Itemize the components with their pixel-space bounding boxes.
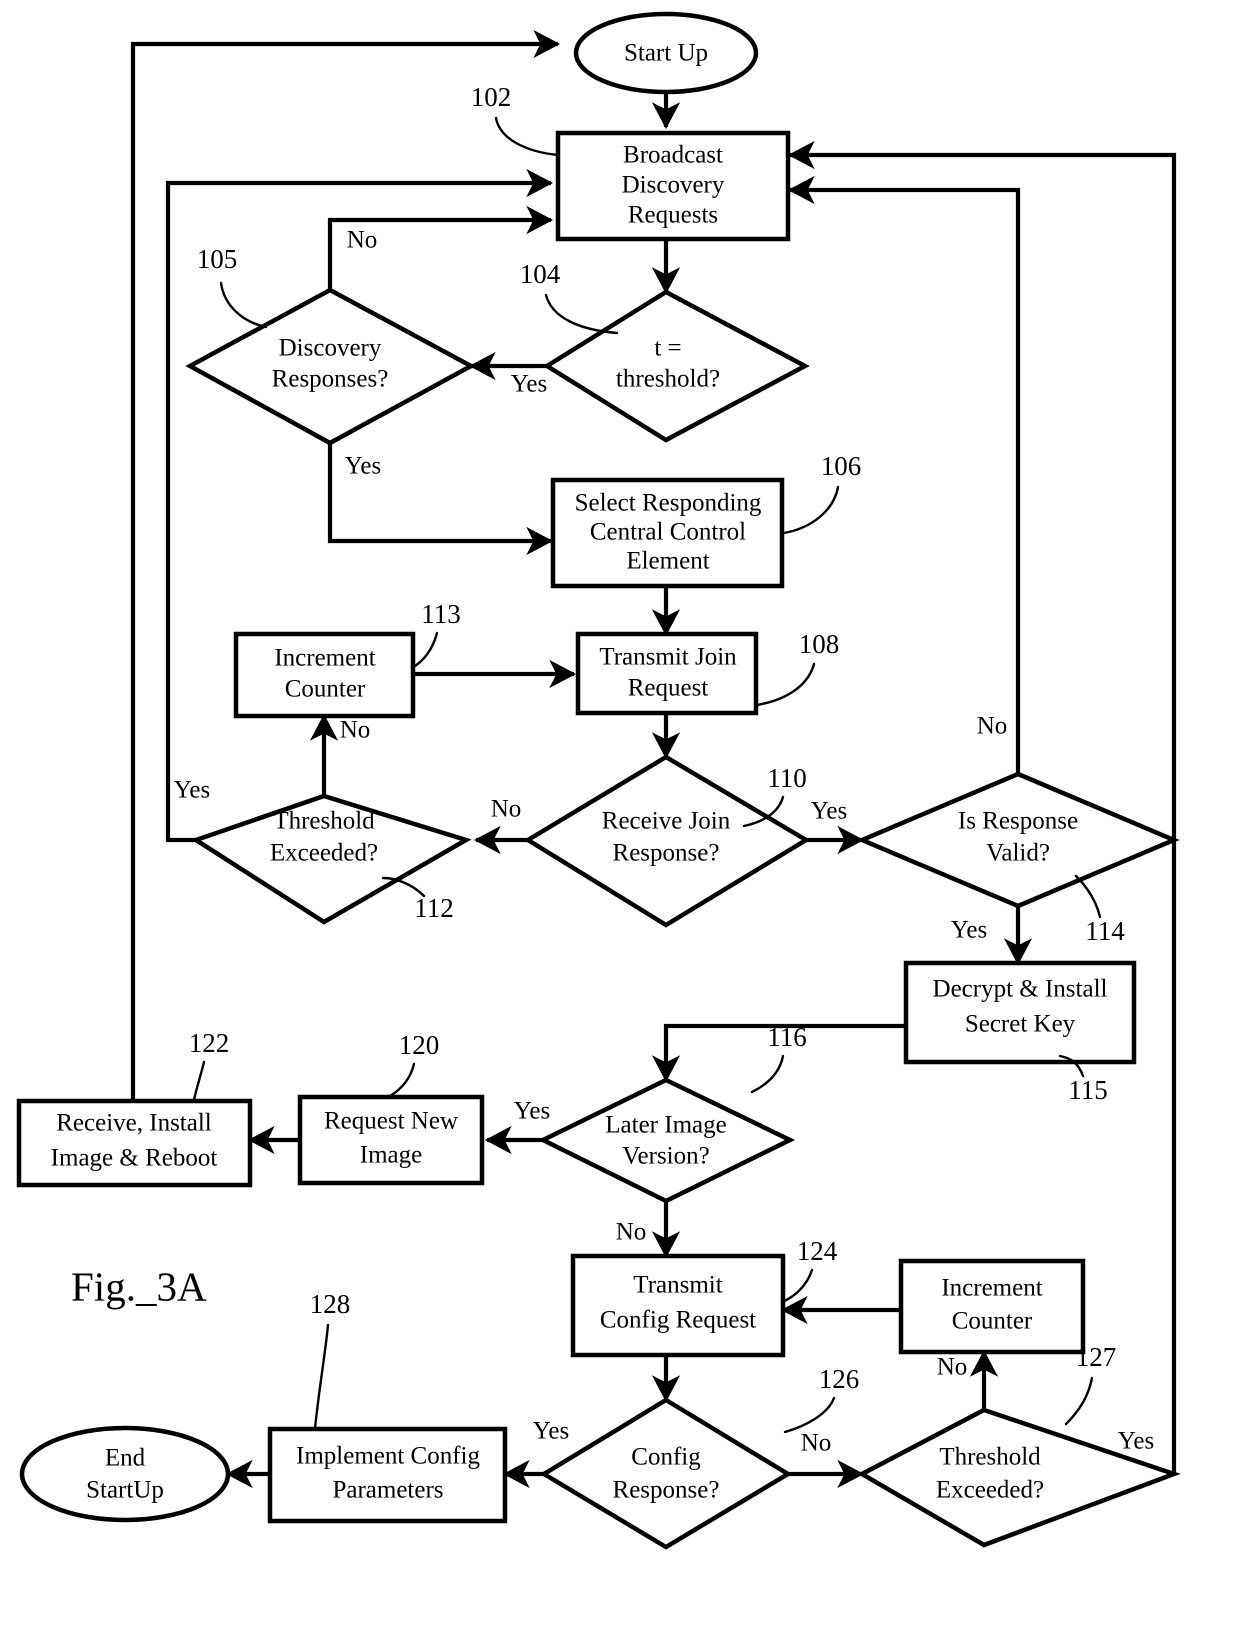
node-end-line1: End	[105, 1445, 146, 1472]
label-t-threshold-yes: Yes	[511, 371, 547, 398]
figure-canvas: Start Up Broadcast Discovery Requests t …	[0, 0, 1240, 1625]
node-increment1-line1: Increment	[274, 645, 375, 672]
label-threshold1-no: No	[340, 717, 371, 744]
node-increment2-line1: Increment	[941, 1275, 1042, 1302]
ref-104: 104	[520, 259, 561, 289]
node-config-response: Config Response?	[539, 1397, 793, 1550]
label-valid-yes: Yes	[951, 917, 987, 944]
node-select-line3: Element	[626, 548, 709, 575]
node-t-threshold-line2: threshold?	[616, 366, 720, 393]
label-join-response-yes: Yes	[811, 798, 847, 825]
node-end-line2: StartUp	[86, 1477, 164, 1504]
ref-115: 115	[1068, 1075, 1108, 1105]
ref-124: 124	[797, 1236, 838, 1266]
label-join-response-no: No	[491, 796, 522, 823]
figure-label: Fig._3A	[71, 1263, 207, 1309]
node-transmit-config-line2: Config Request	[600, 1307, 756, 1334]
node-decrypt-install-secret-key: Decrypt & Install Secret Key	[903, 960, 1137, 1065]
node-threshold2-line2: Exceeded?	[936, 1477, 1044, 1504]
ref-112: 112	[414, 893, 454, 923]
node-broadcast-line2: Discovery	[622, 172, 725, 199]
node-select-central-control-element: Select Responding Central Control Elemen…	[550, 477, 785, 589]
edge-valid-no-to-broadcast	[787, 175, 1021, 774]
node-discovery-line1: Discovery	[279, 335, 382, 362]
node-reboot-line1: Receive, Install	[56, 1110, 212, 1137]
node-t-threshold: t = threshold?	[542, 289, 810, 443]
ref-105: 105	[197, 244, 238, 274]
node-request-new-image: Request New Image	[297, 1094, 485, 1186]
node-receive-join-line2: Response?	[613, 840, 720, 867]
ref-108: 108	[799, 629, 840, 659]
node-receive-install-reboot: Receive, Install Image & Reboot	[16, 1098, 253, 1188]
node-select-line2: Central Control	[590, 519, 746, 546]
label-threshold1-yes: Yes	[174, 777, 210, 804]
node-start-up-label: Start Up	[624, 40, 708, 67]
label-later-image-yes: Yes	[514, 1098, 550, 1125]
node-discovery-line2: Responses?	[272, 366, 389, 393]
ref-110: 110	[767, 763, 807, 793]
node-end-startup: End StartUp	[19, 1425, 231, 1523]
node-later-image-line2: Version?	[622, 1143, 709, 1170]
node-config-response-line2: Response?	[613, 1477, 720, 1504]
ref-122: 122	[189, 1028, 230, 1058]
node-transmit-join-line2: Request	[628, 675, 709, 702]
edge-reboot-to-startup	[130, 29, 561, 1101]
ref-102: 102	[471, 82, 512, 112]
ref-120: 120	[399, 1030, 440, 1060]
node-request-new-line2: Image	[360, 1142, 422, 1169]
node-t-threshold-line1: t =	[654, 335, 681, 362]
node-transmit-config-request: Transmit Config Request	[570, 1253, 786, 1358]
node-increment1-line2: Counter	[285, 676, 366, 703]
node-request-new-line1: Request New	[324, 1108, 458, 1135]
node-increment-counter-2: Increment Counter	[898, 1258, 1086, 1355]
node-implement-line1: Implement Config	[296, 1443, 480, 1470]
ref-116: 116	[767, 1022, 807, 1052]
label-valid-no: No	[977, 713, 1008, 740]
node-start-up: Start Up	[573, 11, 759, 95]
ref-127: 127	[1076, 1342, 1117, 1372]
ref-113: 113	[421, 599, 461, 629]
label-threshold2-no: No	[937, 1354, 968, 1381]
flowchart-svg: Start Up Broadcast Discovery Requests t …	[16, 11, 1181, 1550]
ref-106: 106	[821, 451, 862, 481]
node-select-line1: Select Responding	[575, 490, 762, 517]
label-later-image-no: No	[616, 1219, 647, 1246]
node-transmit-join-line1: Transmit Join	[599, 644, 737, 671]
node-discovery-responses: Discovery Responses?	[185, 287, 476, 446]
node-is-response-valid: Is Response Valid?	[856, 771, 1180, 909]
node-threshold1-line2: Exceeded?	[270, 840, 378, 867]
label-threshold2-yes: Yes	[1118, 1428, 1154, 1455]
ref-126: 126	[819, 1364, 860, 1394]
node-valid-line2: Valid?	[986, 840, 1050, 867]
label-config-response-no: No	[801, 1430, 832, 1457]
node-implement-line2: Parameters	[332, 1477, 443, 1504]
node-receive-join-response: Receive Join Response?	[523, 754, 811, 928]
label-discovery-no: No	[347, 227, 378, 254]
node-valid-line1: Is Response	[958, 808, 1078, 835]
node-reboot-line2: Image & Reboot	[51, 1145, 218, 1172]
node-config-response-line1: Config	[631, 1444, 701, 1471]
node-later-image-version: Later Image Version?	[537, 1077, 796, 1204]
node-broadcast-discovery-requests: Broadcast Discovery Requests	[555, 130, 791, 242]
node-threshold1-line1: Threshold	[273, 808, 375, 835]
node-broadcast-line3: Requests	[628, 202, 718, 229]
node-broadcast-line1: Broadcast	[623, 142, 723, 169]
node-receive-join-line1: Receive Join	[602, 808, 731, 835]
node-transmit-join-request: Transmit Join Request	[575, 631, 759, 716]
ref-128: 128	[310, 1289, 351, 1319]
node-increment2-line2: Counter	[952, 1308, 1033, 1335]
node-decrypt-line2: Secret Key	[965, 1011, 1076, 1038]
node-threshold2-line1: Threshold	[939, 1444, 1041, 1471]
label-config-response-yes: Yes	[533, 1418, 569, 1445]
label-discovery-yes: Yes	[345, 453, 381, 480]
node-implement-config-parameters: Implement Config Parameters	[267, 1426, 508, 1524]
node-transmit-config-line1: Transmit	[633, 1272, 722, 1299]
node-increment-counter-1: Increment Counter	[233, 631, 416, 719]
node-later-image-line1: Later Image	[605, 1112, 726, 1139]
ref-114: 114	[1085, 916, 1125, 946]
node-decrypt-line1: Decrypt & Install	[933, 976, 1108, 1003]
